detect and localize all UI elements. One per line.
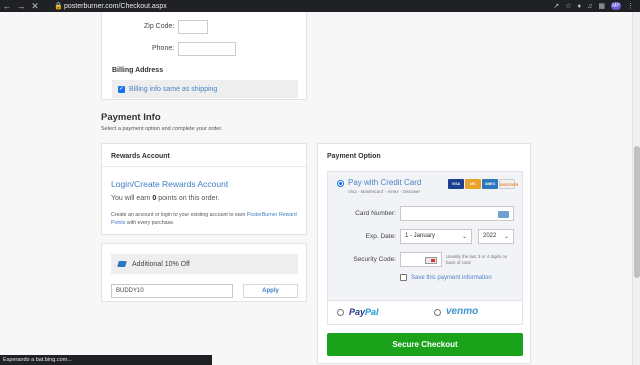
card-number-label: Card Number:	[355, 210, 396, 217]
info-prefix: Create an account or login to your exist…	[111, 212, 247, 218]
coupon-banner: Additional 10% Off	[111, 254, 298, 274]
credit-card-subtitle: Visa - Mastercard - Amex - Discover	[348, 189, 421, 194]
earn-suffix: points on this order.	[156, 195, 220, 202]
info-suffix: with every purchase.	[125, 220, 175, 226]
phone-label: Phone:	[152, 45, 175, 52]
save-payment-checkbox[interactable]	[400, 274, 407, 281]
exp-month-select[interactable]: 1 - January ⌄	[400, 229, 472, 244]
exp-year-select[interactable]: 2022 ⌄	[478, 229, 514, 244]
credit-card-label[interactable]: Pay with Credit Card	[348, 178, 421, 187]
menu-icon[interactable]: ⋮	[627, 2, 634, 10]
save-payment-label[interactable]: Save this payment information	[411, 275, 492, 281]
page-scrollbar[interactable]	[632, 12, 640, 365]
alternate-payment-row: PayPal venmo	[327, 301, 523, 325]
card-number-input[interactable]	[400, 206, 514, 221]
coupon-label: Additional 10% Off	[132, 260, 190, 268]
security-code-label: Security Code:	[353, 256, 396, 263]
payment-info-subtitle: Select a payment option and complete you…	[101, 126, 223, 132]
divider	[102, 166, 306, 167]
rewards-title: Rewards Account	[111, 153, 170, 160]
coupon-card: Additional 10% Off BUDDY10 Apply	[101, 243, 307, 302]
exp-month-value: 1 - January	[405, 233, 436, 239]
secure-checkout-button[interactable]: Secure Checkout	[327, 333, 523, 356]
credit-card-radio[interactable]	[337, 180, 344, 187]
earn-prefix: You will earn	[111, 195, 153, 202]
forward-icon[interactable]: →	[14, 0, 28, 12]
amex-icon: AMEX	[482, 179, 498, 189]
zip-field[interactable]	[178, 20, 208, 34]
paypal-radio[interactable]	[337, 309, 344, 316]
mastercard-icon: MC	[465, 179, 481, 189]
credit-card-icon	[498, 211, 509, 218]
earn-points-text: You will earn 0 points on this order.	[111, 195, 219, 202]
stop-loading-icon[interactable]: ✕	[28, 0, 42, 12]
billing-address-title: Billing Address	[112, 67, 164, 74]
zip-label: Zip Code:	[144, 23, 175, 30]
login-create-rewards-link[interactable]: Login/Create Rewards Account	[111, 179, 228, 189]
media-icon[interactable]: ♫	[587, 3, 592, 10]
coupon-code-input[interactable]: BUDDY10	[111, 284, 233, 298]
rewards-info-text: Create an account or login to your exist…	[111, 211, 301, 227]
payment-option-card: Payment Option Pay with Credit Card Visa…	[317, 143, 531, 364]
apply-button[interactable]: Apply	[243, 284, 298, 298]
payment-option-title: Payment Option	[327, 153, 381, 160]
chevron-down-icon: ⌄	[461, 234, 467, 240]
card-logos: VISA MC AMEX DISCOVER	[448, 179, 518, 189]
lock-icon[interactable]: 🔒	[54, 2, 64, 10]
credit-card-panel: Pay with Credit Card Visa - Mastercard -…	[327, 171, 523, 301]
checkout-page: Zip Code: Phone: Billing Address ✓ Billi…	[0, 12, 632, 365]
rewards-card: Rewards Account Login/Create Rewards Acc…	[101, 143, 307, 235]
exp-year-value: 2022	[483, 233, 497, 239]
chevron-down-icon: ⌄	[503, 234, 509, 240]
billing-same-checkbox[interactable]: ✓	[118, 85, 125, 93]
profile-avatar[interactable]: MP	[611, 2, 621, 10]
save-payment-row[interactable]: Save this payment information	[400, 274, 492, 281]
extensions-icon[interactable]: ♦	[578, 3, 582, 10]
payment-info-title: Payment Info	[101, 112, 161, 123]
bookmark-star-icon[interactable]: ☆	[565, 2, 571, 10]
venmo-radio[interactable]	[434, 309, 441, 316]
sidebar-icon[interactable]: ▦	[598, 2, 605, 10]
browser-status-bar: Esperando a bat.bing.com...	[0, 355, 212, 365]
venmo-logo[interactable]: venmo	[446, 306, 478, 317]
tag-icon	[117, 261, 127, 267]
billing-same-row[interactable]: ✓ Billing info same as shipping	[112, 80, 298, 98]
back-icon[interactable]: ←	[0, 0, 14, 12]
discover-icon: DISCOVER	[499, 179, 518, 189]
paypal-logo[interactable]: PayPal	[349, 307, 379, 317]
visa-icon: VISA	[448, 179, 464, 189]
share-icon[interactable]: ↗	[553, 2, 559, 10]
cvv-card-icon	[425, 257, 437, 264]
browser-toolbar: ← → ✕ 🔒 posterburner.com/Checkout.aspx ↗…	[0, 0, 640, 12]
scrollbar-thumb[interactable]	[634, 146, 640, 278]
security-code-input[interactable]	[400, 252, 442, 267]
address-bar[interactable]: posterburner.com/Checkout.aspx	[64, 3, 167, 10]
billing-same-label[interactable]: Billing info same as shipping	[129, 86, 217, 93]
security-code-note: Usually the last 3 or 4 digits on back o…	[446, 254, 508, 265]
phone-field[interactable]	[178, 42, 236, 56]
shipping-card: Zip Code: Phone: Billing Address ✓ Billi…	[101, 12, 307, 100]
paypal-pal: Pal	[365, 307, 379, 317]
exp-date-label: Exp. Date:	[365, 233, 396, 240]
paypal-pay: Pay	[349, 307, 366, 317]
